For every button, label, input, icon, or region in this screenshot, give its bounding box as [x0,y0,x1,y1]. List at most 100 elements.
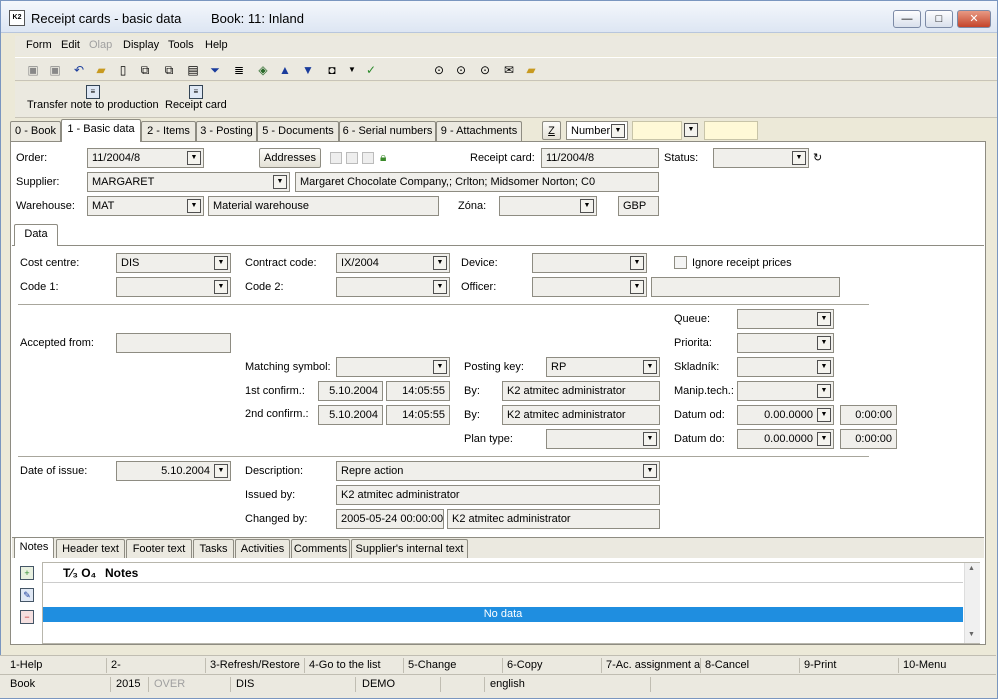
z-button[interactable]: Z [542,121,561,140]
transfer-note-button[interactable]: ≡ Transfer note to production [27,85,159,111]
chevron-down-icon[interactable]: ▼ [611,124,625,138]
maximize-button[interactable]: □ [925,10,953,28]
tab-data[interactable]: Data [14,224,58,246]
tab-tasks[interactable]: Tasks [193,539,234,558]
matching-symbol-select[interactable]: ▼ [336,357,450,377]
f3-refresh[interactable]: 3-Refresh/Restore [210,659,300,671]
tab-notes[interactable]: Notes [14,537,54,558]
filter-icon[interactable]: ⏷ [207,62,223,78]
supplier-field[interactable]: MARGARET ▼ [87,172,290,192]
device-select[interactable]: ▼ [532,253,647,273]
chevron-down-icon[interactable]: ▼ [214,464,228,478]
tab-footer-text[interactable]: Footer text [126,539,192,558]
chevron-down-icon[interactable]: ▼ [630,280,644,294]
chevron-down-icon[interactable]: ▼ [187,199,201,213]
plan-type-select[interactable]: ▼ [546,429,660,449]
f6-copy[interactable]: 6-Copy [507,659,542,671]
scroll-up-icon[interactable]: ▲ [968,565,975,572]
binoculars-prev-icon[interactable]: ⊙ [477,62,493,78]
stack-icon[interactable]: ◈ [255,62,271,78]
datum-od-field[interactable]: 0.00.0000 ▼ [737,405,834,425]
folder-edit-icon[interactable]: ▰ [523,62,539,78]
delete-note-icon[interactable]: − [20,610,34,624]
scroll-down-icon[interactable]: ▼ [968,631,975,638]
contract-code-select[interactable]: IX/2004 ▼ [336,253,450,273]
chevron-down-icon[interactable]: ▼ [433,360,447,374]
f4-go-to-list[interactable]: 4-Go to the list [309,659,381,671]
tab-basic-data[interactable]: 1 - Basic data [61,119,141,142]
refresh-icon[interactable]: ↻ [813,151,822,164]
binoculars-icon[interactable]: ⊙ [431,62,447,78]
tab-activities[interactable]: Activities [235,539,290,558]
search-input-2[interactable] [704,121,758,140]
chevron-down-icon[interactable]: ▼ [433,256,447,270]
posting-key-select[interactable]: RP ▼ [546,357,660,377]
datum-do-field[interactable]: 0.00.0000 ▼ [737,429,834,449]
chevron-down-icon[interactable]: ▼ [580,199,594,213]
addresses-button[interactable]: Addresses [259,148,321,168]
tab-comments[interactable]: Comments [291,539,350,558]
order-field[interactable]: 11/2004/8 ▼ [87,148,204,168]
paste-icon[interactable]: ⧉ [161,62,177,78]
date-of-issue-field[interactable]: 5.10.2004 ▼ [116,461,231,481]
tab-attachments[interactable]: 9 - Attachments [436,121,522,141]
chevron-down-icon[interactable]: ▼ [187,151,201,165]
tab-serial-numbers[interactable]: 6 - Serial numbers [339,121,436,141]
chevron-down-icon[interactable]: ▼ [643,360,657,374]
queue-select[interactable]: ▼ [737,309,834,329]
search-mode-select[interactable]: Number ▼ [566,121,628,140]
mail-icon[interactable]: ✉ [501,62,517,78]
f8-cancel[interactable]: 8-Cancel [705,659,749,671]
check-icon[interactable]: ✓ [363,62,379,78]
binoculars-next-icon[interactable]: ⊙ [453,62,469,78]
tab-posting[interactable]: 3 - Posting [196,121,257,141]
doc-icon[interactable] [330,152,342,164]
zona-select[interactable]: ▼ [499,196,597,216]
receipt-card-button[interactable]: ≡ Receipt card [165,85,227,111]
arrow-up-icon[interactable]: ▲ [277,62,293,78]
book-icon[interactable]: ▤ [185,62,201,78]
copy-icon[interactable]: ⧉ [137,62,153,78]
chevron-down-icon[interactable]: ▼ [214,256,228,270]
doc-icon[interactable] [362,152,374,164]
menu-help[interactable]: Help [205,39,228,51]
arrow-down-icon[interactable]: ▼ [300,62,316,78]
tab-header-text[interactable]: Header text [56,539,125,558]
chevron-down-icon[interactable]: ▼ [817,336,831,350]
datum-od-time[interactable]: 0:00:00 [840,405,897,425]
menu-tools[interactable]: Tools [168,39,194,51]
menu-form[interactable]: Form [26,39,52,51]
search-input[interactable] [632,121,682,140]
code1-select[interactable]: ▼ [116,277,231,297]
chevron-down-icon[interactable]: ▼ [273,175,287,189]
chevron-down-icon[interactable]: ▼ [792,151,806,165]
chevron-down-icon[interactable]: ▼ [214,280,228,294]
list-icon[interactable]: ≣ [231,62,247,78]
f5-change[interactable]: 5-Change [408,659,456,671]
new-document-icon[interactable]: ▯ [115,62,131,78]
f1-help[interactable]: 1-Help [10,659,42,671]
chevron-down-icon[interactable]: ▼ [344,62,360,78]
chevron-down-icon[interactable]: ▼ [817,312,831,326]
skladnik-select[interactable]: ▼ [737,357,834,377]
save-icon[interactable]: ▣ [25,62,41,78]
chevron-down-icon[interactable]: ▼ [817,432,831,446]
accepted-from-field[interactable] [116,333,231,353]
f9-print[interactable]: 9-Print [804,659,836,671]
code2-select[interactable]: ▼ [336,277,450,297]
chevron-down-icon[interactable]: ▼ [817,360,831,374]
tab-documents[interactable]: 5 - Documents [257,121,339,141]
notes-column-header[interactable]: Notes [105,566,138,580]
scrollbar[interactable]: ▲ ▼ [964,563,980,643]
chevron-down-icon[interactable]: ▼ [684,123,698,137]
camera-icon[interactable]: ◘ [324,62,340,78]
datum-do-time[interactable]: 0:00:00 [840,429,897,449]
tab-supplier-internal-text[interactable]: Supplier's internal text [351,539,468,558]
doc-icon[interactable] [346,152,358,164]
open-folder-icon[interactable]: ▰ [93,62,109,78]
chevron-down-icon[interactable]: ▼ [643,432,657,446]
f7-account-assignment[interactable]: 7-Ac. assignment ar [606,659,700,671]
cost-centre-select[interactable]: DIS ▼ [116,253,231,273]
warehouse-field[interactable]: MAT ▼ [87,196,204,216]
save-all-icon[interactable]: ▣ [47,62,63,78]
